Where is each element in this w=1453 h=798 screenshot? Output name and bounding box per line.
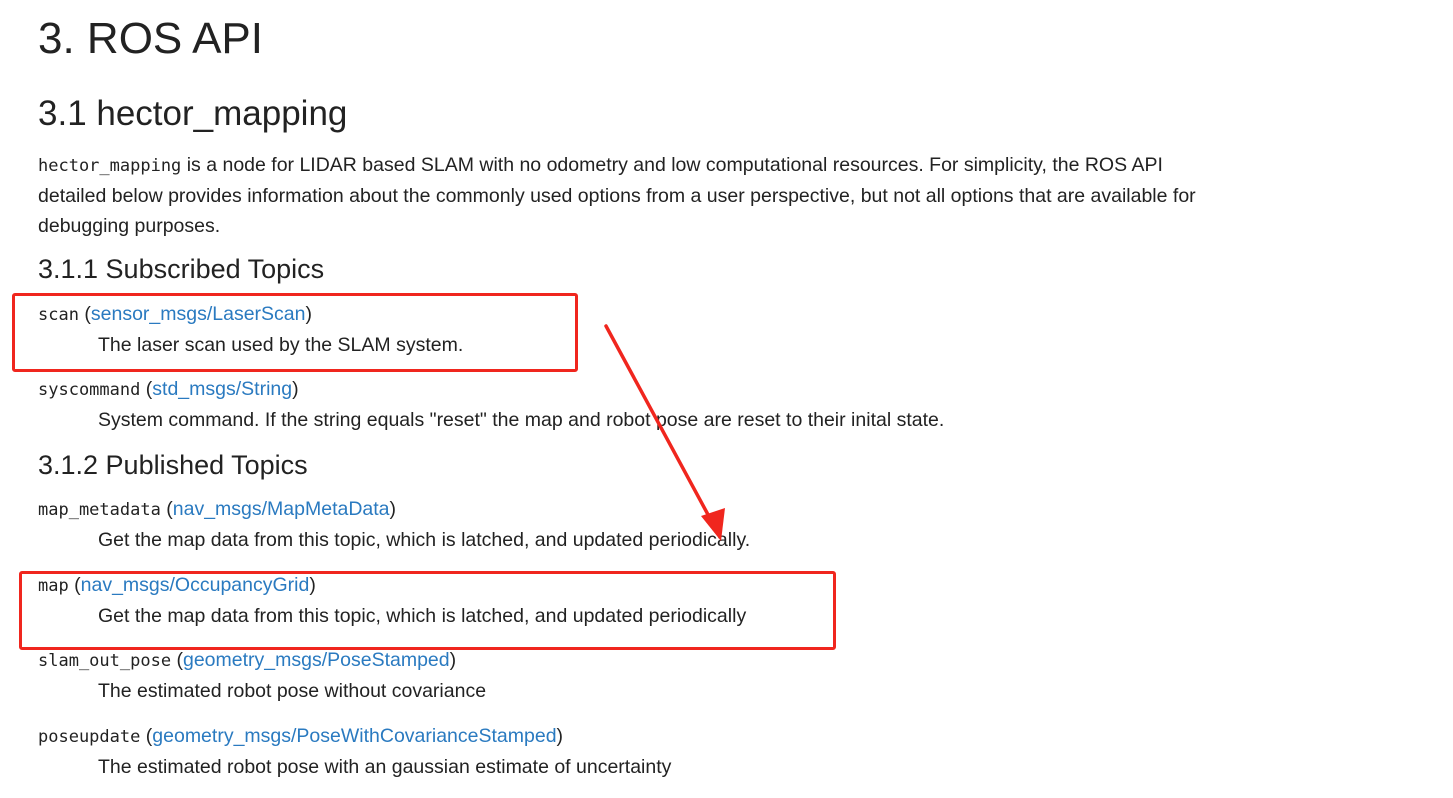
section-intro: hector_mapping is a node for LIDAR based… xyxy=(38,150,1198,241)
topic-type-link[interactable]: nav_msgs/MapMetaData xyxy=(173,498,390,520)
topic-description: The estimated robot pose without covaria… xyxy=(98,680,487,702)
topic-name: slam_out_pose xyxy=(38,651,172,671)
topic-map: map (nav_msgs/OccupancyGrid) Get the map… xyxy=(38,570,1138,631)
subscribed-topics-heading: 3.1.1 Subscribed Topics xyxy=(38,254,325,284)
topic-description: Get the map data from this topic, which … xyxy=(98,529,751,551)
paren-close: ) xyxy=(309,574,316,596)
topic-head: poseupdate (geometry_msgs/PoseWithCovari… xyxy=(38,721,1138,752)
paren-open: ( xyxy=(160,498,173,520)
topic-type-link[interactable]: sensor_msgs/LaserScan xyxy=(91,303,306,325)
topic-slam-out-pose: slam_out_pose (geometry_msgs/PoseStamped… xyxy=(38,645,1138,706)
page-title: 3. ROS API xyxy=(38,14,263,63)
topic-name: scan xyxy=(38,305,79,325)
topic-description: System command. If the string equals "re… xyxy=(98,409,945,431)
topic-description: Get the map data from this topic, which … xyxy=(98,605,747,627)
topic-head: map (nav_msgs/OccupancyGrid) xyxy=(38,570,1138,601)
published-topics-heading: 3.1.2 Published Topics xyxy=(38,450,308,480)
paren-open: ( xyxy=(78,303,91,325)
paren-open: ( xyxy=(140,378,153,400)
topic-type-link[interactable]: std_msgs/String xyxy=(152,378,292,400)
paren-close: ) xyxy=(556,725,564,747)
intro-node-name: hector_mapping xyxy=(38,156,182,176)
intro-text: is a node for LIDAR based SLAM with no o… xyxy=(38,154,1196,237)
topic-map-metadata: map_metadata (nav_msgs/MapMetaData) Get … xyxy=(38,494,1138,555)
section-heading: 3.1 hector_mapping xyxy=(38,94,348,133)
topic-type-link[interactable]: geometry_msgs/PoseStamped xyxy=(183,649,450,671)
topic-head: syscommand (std_msgs/String) xyxy=(38,374,1138,405)
topic-scan: scan (sensor_msgs/LaserScan) The laser s… xyxy=(38,299,1138,360)
paren-close: ) xyxy=(292,378,299,400)
topic-type-link[interactable]: nav_msgs/OccupancyGrid xyxy=(81,574,310,596)
topic-description: The estimated robot pose with an gaussia… xyxy=(98,756,672,778)
paren-close: ) xyxy=(449,649,457,671)
topic-head: slam_out_pose (geometry_msgs/PoseStamped… xyxy=(38,645,1138,676)
topic-name: syscommand xyxy=(38,380,141,400)
topic-head: map_metadata (nav_msgs/MapMetaData) xyxy=(38,494,1138,525)
paren-open: ( xyxy=(171,649,183,671)
topic-description: The laser scan used by the SLAM system. xyxy=(98,334,464,356)
paren-open: ( xyxy=(140,725,153,747)
topic-name: poseupdate xyxy=(38,727,141,747)
topic-head: scan (sensor_msgs/LaserScan) xyxy=(38,299,1138,330)
paren-open: ( xyxy=(68,574,81,596)
topic-syscommand: syscommand (std_msgs/String) System comm… xyxy=(38,374,1138,435)
topic-poseupdate: poseupdate (geometry_msgs/PoseWithCovari… xyxy=(38,721,1138,782)
topic-name: map xyxy=(38,576,69,596)
paren-close: ) xyxy=(389,498,397,520)
topic-type-link[interactable]: geometry_msgs/PoseWithCovarianceStamped xyxy=(152,725,556,747)
topic-name: map_metadata xyxy=(38,500,161,520)
paren-close: ) xyxy=(305,303,312,325)
